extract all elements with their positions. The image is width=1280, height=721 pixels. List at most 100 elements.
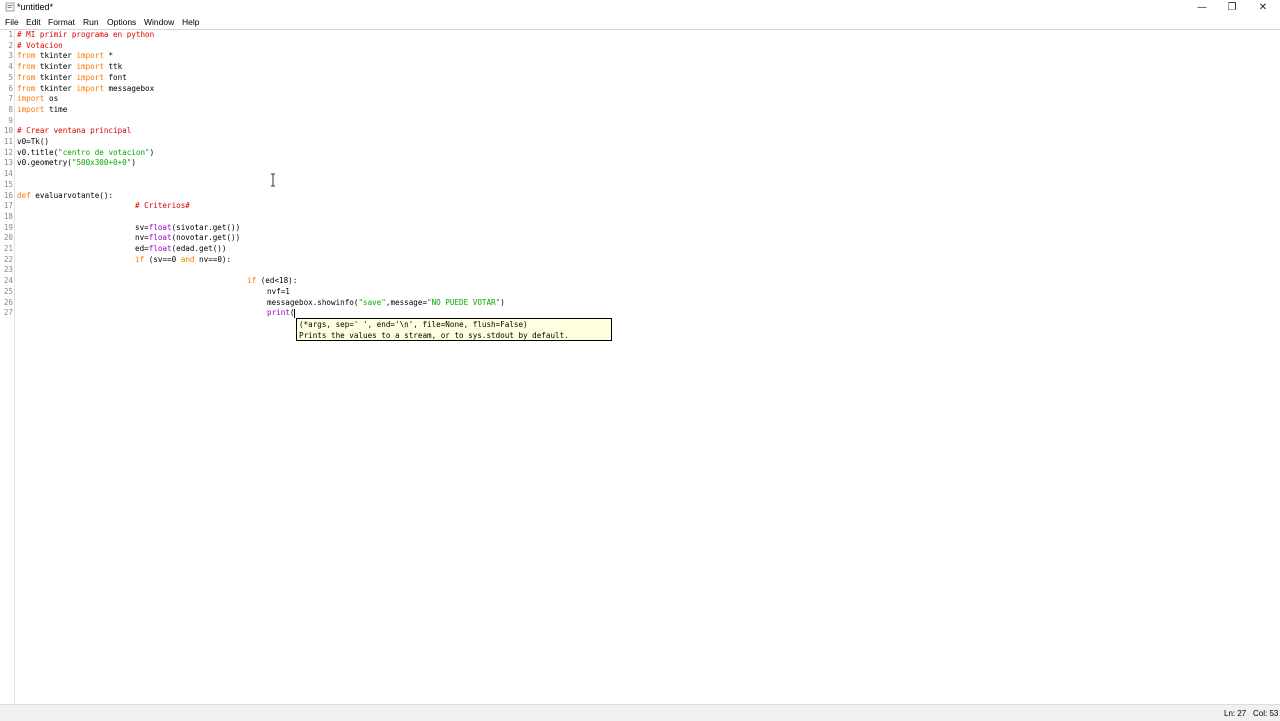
comment: # MI primir programa en python xyxy=(17,30,155,39)
statement: v0.title( xyxy=(17,147,59,157)
line-number: 27 xyxy=(3,308,13,318)
close-button[interactable]: ✕ xyxy=(1248,0,1278,15)
statement: nvf=1 xyxy=(267,286,290,296)
line-indicator: Ln: 27 xyxy=(1224,709,1247,718)
line-number: 6 xyxy=(8,83,13,93)
statement: ed= xyxy=(135,244,149,253)
menu-help[interactable]: Help xyxy=(182,17,199,27)
line-number: 3 xyxy=(8,51,13,61)
menu-window[interactable]: Window xyxy=(144,17,174,27)
code-line: nvf=1 xyxy=(267,287,290,298)
ibeam-cursor-icon xyxy=(271,173,275,187)
line-number: 2 xyxy=(8,40,13,50)
keyword: if xyxy=(135,254,145,264)
code-line: nv=float(novotar.get()) xyxy=(135,233,240,244)
code-line: # Criterios# xyxy=(135,201,190,212)
statement: ) xyxy=(149,147,155,157)
restore-button[interactable]: ❐ xyxy=(1217,0,1247,15)
column-indicator: Col: 53 xyxy=(1253,709,1279,718)
comment: # Votacion xyxy=(17,40,63,50)
line-number: 18 xyxy=(3,211,13,221)
line-number: 20 xyxy=(3,233,13,243)
line-number: 7 xyxy=(8,94,13,104)
identifier: font xyxy=(108,72,127,82)
statement: ) xyxy=(500,297,505,307)
code-line: import os xyxy=(17,94,58,105)
identifier: time xyxy=(49,104,68,114)
code-line: def evaluarvotante(): xyxy=(17,191,113,202)
statement: (ed<18): xyxy=(260,276,298,286)
code-line: import time xyxy=(17,105,67,116)
keyword: import xyxy=(76,62,104,72)
code-line: from tkinter import font xyxy=(17,73,127,84)
statement: (sv==0 xyxy=(148,254,177,264)
identifier: ttk xyxy=(108,62,123,72)
statement: (edad.get()) xyxy=(171,244,227,253)
comment: # Crear ventana principal xyxy=(17,126,132,136)
code-line: from tkinter import messagebox xyxy=(17,84,154,95)
line-number: 19 xyxy=(3,222,13,232)
keyword: import xyxy=(17,94,45,104)
keyword: and xyxy=(180,254,195,264)
builtin: float xyxy=(148,244,172,253)
string: "NO PUEDE VOTAR" xyxy=(427,297,501,307)
line-number: 10 xyxy=(3,126,13,136)
restore-icon: ❐ xyxy=(1227,2,1237,13)
statement: messagebox.showinfo( xyxy=(267,297,359,307)
code-line: v0.geometry("500x300+0+0") xyxy=(17,158,136,169)
code-line: # MI primir programa en python xyxy=(17,30,154,41)
code-line: v0.title("centro de votacion") xyxy=(17,148,154,159)
statement: nv==0): xyxy=(199,254,232,264)
code-line: messagebox.showinfo("save",message="NO P… xyxy=(267,298,505,309)
builtin: float xyxy=(148,222,172,232)
title-bar: *untitled* — ❐ ✕ xyxy=(0,0,1280,15)
menu-format[interactable]: Format xyxy=(48,17,75,27)
line-number: 12 xyxy=(3,147,13,157)
line-number: 5 xyxy=(8,72,13,82)
statement: (novotar.get()) xyxy=(171,233,241,243)
comment: # Criterios# xyxy=(135,201,190,211)
menu-run[interactable]: Run xyxy=(83,17,99,27)
line-number: 14 xyxy=(3,169,13,179)
minimize-button[interactable]: — xyxy=(1187,0,1217,15)
minimize-icon: — xyxy=(1197,2,1207,13)
keyword: from xyxy=(17,51,36,61)
menu-bar: File Edit Format Run Options Window Help xyxy=(0,15,1280,29)
line-number: 25 xyxy=(3,286,13,296)
statement: v0=Tk() xyxy=(17,137,50,146)
vertical-scrollbar[interactable] xyxy=(1266,30,1280,704)
menu-file[interactable]: File xyxy=(5,17,19,27)
identifier: tkinter xyxy=(39,83,72,93)
keyword: import xyxy=(76,51,104,61)
keyword: import xyxy=(76,72,104,82)
statement: (sivotar.get()) xyxy=(171,222,241,232)
identifier: messagebox xyxy=(108,83,155,93)
calltip-signature: (*args, sep=' ', end='\n', file=None, fl… xyxy=(299,320,528,329)
builtin: print xyxy=(267,308,290,318)
menu-edit[interactable]: Edit xyxy=(26,17,41,27)
keyword: from xyxy=(17,83,36,93)
line-number: 26 xyxy=(3,297,13,307)
identifier: tkinter xyxy=(39,72,72,82)
menu-options[interactable]: Options xyxy=(107,17,136,27)
identifier: tkinter xyxy=(39,62,72,72)
code-editor[interactable]: # MI primir programa en python # Votacio… xyxy=(17,30,1262,704)
code-line: from tkinter import ttk xyxy=(17,62,122,73)
statement: v0.geometry( xyxy=(17,158,72,168)
text-cursor xyxy=(294,308,296,318)
keyword: def xyxy=(17,190,31,200)
line-number: 9 xyxy=(8,115,13,125)
line-number: 13 xyxy=(3,158,13,168)
identifier: tkinter xyxy=(39,51,72,61)
statement: ,message= xyxy=(385,297,428,307)
line-number-gutter: 1 2 3 4 5 6 7 8 9 10 11 12 13 14 15 16 1… xyxy=(0,30,15,704)
code-line: print( xyxy=(267,308,296,319)
code-line: from tkinter import * xyxy=(17,51,113,62)
code-line: # Votacion xyxy=(17,41,63,52)
line-number: 8 xyxy=(8,104,13,114)
keyword: from xyxy=(17,62,36,72)
line-number: 16 xyxy=(3,190,13,200)
status-bar: Ln: 27 Col: 53 xyxy=(0,704,1280,721)
builtin: float xyxy=(148,233,172,243)
identifier: os xyxy=(49,94,59,104)
